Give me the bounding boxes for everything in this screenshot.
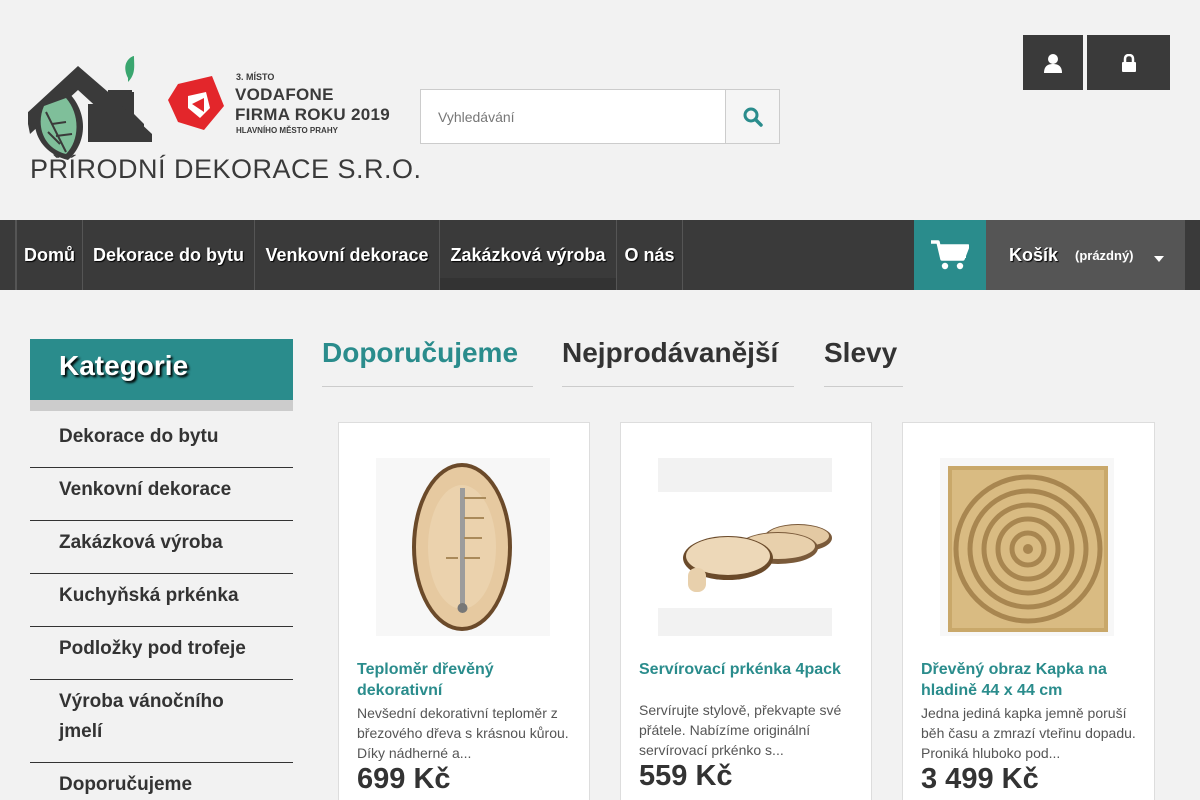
company-name[interactable]: PŘÍRODNÍ DEKORACE S.R.O. <box>30 154 422 185</box>
account-button[interactable] <box>1023 35 1083 90</box>
product-description: Jedna jediná kapka jemně poruší běh času… <box>921 705 1136 761</box>
sidebar-item-outdoor-decor[interactable]: Venkovní dekorace <box>30 468 293 521</box>
nav-item-outdoor-decor[interactable]: Venkovní dekorace <box>254 220 439 290</box>
product-price: 559 Kč <box>639 760 733 792</box>
sidebar-item-label: Výroba vánočního jmelí <box>59 691 224 742</box>
tab-bestsellers[interactable]: Nejprodávanější <box>562 337 794 387</box>
sidebar-heading-label: Kategorie <box>59 350 189 381</box>
award-title: VODAFONE <box>235 85 334 104</box>
product-image[interactable] <box>940 458 1114 636</box>
search-input[interactable] <box>421 90 726 143</box>
sidebar-divider <box>30 400 293 411</box>
wooden-drop-image <box>948 466 1108 632</box>
sidebar-item-label: Zakázková výroba <box>59 532 223 553</box>
product-price: 3 499 Kč <box>921 763 1039 795</box>
search-button[interactable] <box>725 90 779 143</box>
nav-item-home-decor[interactable]: Dekorace do bytu <box>82 220 254 290</box>
award-region: HLAVNÍHO MĚSTO PRAHY <box>236 126 338 135</box>
tab-recommended[interactable]: Doporučujeme <box>322 337 533 387</box>
cart-icon <box>931 240 969 270</box>
product-image[interactable] <box>658 458 832 636</box>
product-card[interactable]: Teploměr dřevěný dekorativní Nevšední de… <box>338 422 590 800</box>
award-subtitle: FIRMA ROKU 2019 <box>235 105 391 124</box>
tab-discounts[interactable]: Slevy <box>824 337 903 387</box>
user-icon <box>1044 53 1062 73</box>
cart-label: Košík <box>1009 245 1059 265</box>
nav-divider <box>682 220 683 290</box>
nav-item-custom-production[interactable]: Zakázková výroba <box>439 220 616 290</box>
sidebar-item-label: Venkovní dekorace <box>59 479 232 500</box>
product-card[interactable]: Dřevěný obraz Kapka na hladině 44 x 44 c… <box>902 422 1155 800</box>
sidebar-item-recommended[interactable]: Doporučujeme <box>30 763 293 800</box>
cart-icon-button[interactable] <box>914 220 986 290</box>
nav-item-home[interactable]: Domů <box>16 220 82 290</box>
award-place-label: 3. MÍSTO <box>236 72 275 82</box>
search-icon <box>743 107 763 127</box>
nav-item-about[interactable]: O nás <box>616 220 682 290</box>
product-image[interactable] <box>376 458 550 636</box>
product-title[interactable]: Servírovací prkénka 4pack <box>639 659 854 680</box>
product-title[interactable]: Dřevěný obraz Kapka na hladině 44 x 44 c… <box>921 659 1136 701</box>
cart-dropdown[interactable]: Košík (prázdný) <box>986 220 1185 290</box>
sidebar-item-label: Podložky pod trofeje <box>59 638 246 659</box>
header: 3. MÍSTO VODAFONE FIRMA ROKU 2019 HLAVNÍ… <box>0 0 1200 220</box>
product-card[interactable]: Servírovací prkénka 4pack Servírujte sty… <box>620 422 872 800</box>
product-description: Nevšední dekorativní teploměr z březovéh… <box>357 705 569 761</box>
sidebar-item-home-decor[interactable]: Dekorace do bytu <box>30 411 293 468</box>
sidebar-item-cutting-boards[interactable]: Kuchyňská prkénka <box>30 574 293 627</box>
product-title[interactable]: Teploměr dřevěný dekorativní <box>357 659 572 701</box>
chevron-down-icon <box>1154 256 1164 262</box>
cart-status: (prázdný) <box>1075 248 1134 263</box>
sidebar-item-custom-production[interactable]: Zakázková výroba <box>30 521 293 574</box>
product-price: 699 Kč <box>357 763 451 795</box>
sidebar-item-mistletoe[interactable]: Výroba vánočního jmelí <box>30 680 293 763</box>
thermometer-image <box>412 463 512 631</box>
sidebar-heading: Kategorie <box>30 339 293 400</box>
sidebar-item-label: Dekorace do bytu <box>59 426 219 447</box>
cutting-boards-image <box>658 492 832 608</box>
sidebar-item-label: Kuchyňská prkénka <box>59 585 239 606</box>
lock-icon <box>1121 53 1136 72</box>
login-button[interactable] <box>1087 35 1170 90</box>
sidebar-item-trophy-mounts[interactable]: Podložky pod trofeje <box>30 627 293 680</box>
product-description: Servírujte stylově, překvapte své přátel… <box>639 702 842 758</box>
sidebar-item-label: Doporučujeme <box>59 774 193 795</box>
search-bar <box>420 89 780 144</box>
